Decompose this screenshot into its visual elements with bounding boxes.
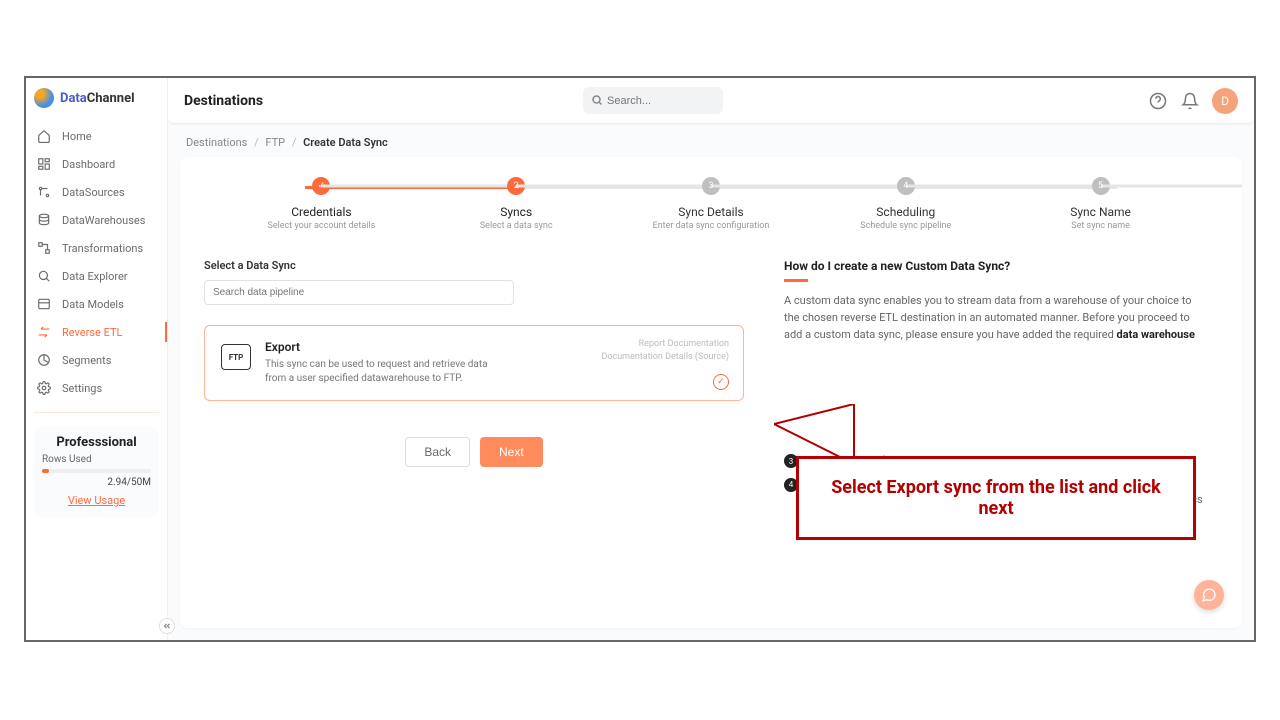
step-credentials[interactable]: ✓ Credentials Select your account detail… — [224, 177, 419, 231]
sidebar-item-reverse-etl[interactable]: Reverse ETL — [26, 318, 167, 346]
help-divider — [784, 279, 808, 282]
plan-usage-bar — [42, 469, 151, 473]
sync-card-links: Report Documentation Documentation Detai… — [601, 338, 729, 363]
plan-card: Professsional Rows Used 2.94/50M View Us… — [34, 427, 159, 517]
breadcrumb-current: Create Data Sync — [303, 136, 388, 149]
model-icon — [36, 296, 52, 312]
brand-logo[interactable]: DataChannel — [26, 78, 167, 122]
divider — [34, 412, 159, 413]
sidebar-item-label: Data Explorer — [62, 270, 128, 283]
breadcrumb-sep: / — [254, 136, 259, 149]
sync-doc-source-link[interactable]: Documentation Details (Source) — [601, 351, 729, 364]
sidebar-item-dataexplorer[interactable]: Data Explorer — [26, 262, 167, 290]
help-title: How do I create a new Custom Data Sync? — [784, 259, 1208, 273]
chat-fab[interactable] — [1194, 580, 1224, 610]
pipeline-search-input[interactable] — [204, 280, 514, 305]
sidebar-item-datawarehouses[interactable]: DataWarehouses — [26, 206, 167, 234]
warehouse-icon — [36, 212, 52, 228]
plan-view-usage-link[interactable]: View Usage — [42, 494, 151, 507]
brand-text-2: Channel — [87, 91, 135, 106]
home-icon — [36, 128, 52, 144]
sync-card-desc: This sync can be used to request and ret… — [265, 358, 505, 386]
sidebar-item-label: Home — [62, 130, 92, 143]
page-title: Destinations — [184, 93, 263, 109]
plan-title: Professsional — [42, 435, 151, 450]
explorer-icon — [36, 268, 52, 284]
breadcrumb: Destinations / FTP / Create Data Sync — [168, 124, 1254, 157]
sidebar-item-label: Transformations — [62, 242, 143, 255]
segments-icon — [36, 352, 52, 368]
sidebar-item-datasources[interactable]: DataSources — [26, 178, 167, 206]
sidebar-item-transformations[interactable]: Transformations — [26, 234, 167, 262]
main-area: Destinations D Destinations / FTP — [168, 78, 1254, 640]
topbar: Destinations D — [168, 78, 1254, 124]
help-column: How do I create a new Custom Data Sync? … — [784, 259, 1218, 602]
gear-icon — [36, 380, 52, 396]
breadcrumb-sep: / — [292, 136, 297, 149]
help-button[interactable] — [1148, 91, 1168, 111]
sync-card-title: Export — [265, 340, 505, 354]
select-sync-column: Select a Data Sync FTP Export This sync … — [204, 259, 744, 602]
callout-annotation: Select Export sync from the list and cli… — [796, 456, 1196, 540]
notifications-button[interactable] — [1180, 91, 1200, 111]
select-sync-heading: Select a Data Sync — [204, 259, 744, 272]
transform-icon — [36, 240, 52, 256]
collapse-sidebar-button[interactable] — [159, 618, 175, 634]
sidebar-item-label: Settings — [62, 382, 102, 395]
sidebar-item-label: Data Models — [62, 298, 124, 311]
content-card: ✓ Credentials Select your account detail… — [180, 157, 1242, 628]
sidebar-item-segments[interactable]: Segments — [26, 346, 167, 374]
sidebar-nav: Home Dashboard DataSources DataWarehouse… — [26, 122, 167, 402]
sync-selected-check-icon: ✓ — [713, 374, 729, 390]
chat-icon — [1201, 587, 1217, 603]
stepper: ✓ Credentials Select your account detail… — [204, 177, 1218, 231]
sidebar-item-label: Segments — [62, 354, 111, 367]
sidebar-item-dashboard[interactable]: Dashboard — [26, 150, 167, 178]
sync-doc-link[interactable]: Report Documentation — [601, 338, 729, 351]
sidebar-item-label: DataSources — [62, 186, 125, 199]
chevron-left-double-icon — [162, 621, 172, 631]
plan-usage-text: 2.94/50M — [42, 477, 151, 488]
sync-card-export[interactable]: FTP Export This sync can be used to requ… — [204, 325, 744, 401]
bell-icon — [1181, 92, 1199, 110]
help-paragraph: A custom data sync enables you to stream… — [784, 292, 1208, 343]
ftp-icon: FTP — [221, 344, 251, 370]
sidebar-item-home[interactable]: Home — [26, 122, 167, 150]
plan-rows-label: Rows Used — [42, 454, 151, 465]
brand-text-1: Data — [60, 91, 87, 106]
sidebar-item-settings[interactable]: Settings — [26, 374, 167, 402]
sidebar-item-label: Reverse ETL — [62, 326, 122, 339]
datasource-icon — [36, 184, 52, 200]
sidebar: DataChannel Home Dashboard DataSources — [26, 78, 168, 640]
search-icon — [591, 91, 603, 110]
sidebar-item-label: Dashboard — [62, 158, 115, 171]
reverse-etl-icon — [36, 324, 52, 340]
dashboard-icon — [36, 156, 52, 172]
next-button[interactable]: Next — [480, 437, 543, 467]
logo-icon — [34, 88, 54, 108]
breadcrumb-item[interactable]: FTP — [265, 136, 285, 149]
breadcrumb-item[interactable]: Destinations — [186, 136, 247, 149]
help-circle-icon — [1149, 92, 1167, 110]
back-button[interactable]: Back — [405, 437, 470, 467]
sidebar-item-label: DataWarehouses — [62, 214, 145, 227]
global-search[interactable] — [583, 87, 723, 114]
check-icon: ✓ — [312, 177, 330, 195]
sidebar-item-datamodels[interactable]: Data Models — [26, 290, 167, 318]
user-avatar[interactable]: D — [1212, 88, 1238, 114]
search-input[interactable] — [607, 95, 715, 107]
